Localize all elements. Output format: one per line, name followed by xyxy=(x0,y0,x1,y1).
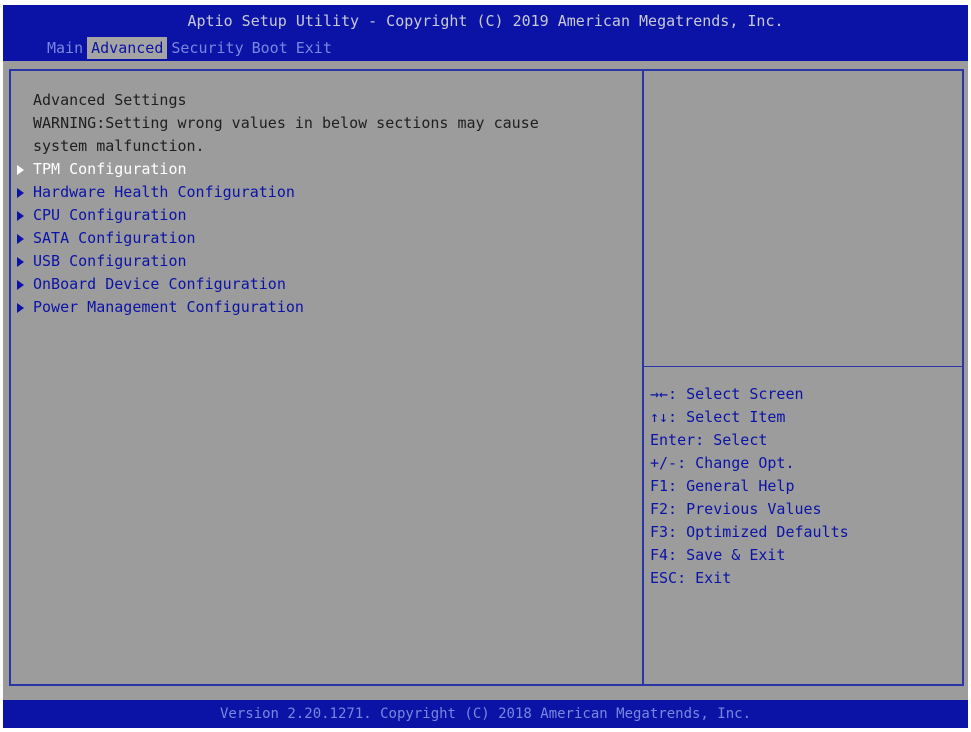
menu-item-label: TPM Configuration xyxy=(33,160,187,178)
menu-item-label: USB Configuration xyxy=(33,252,187,270)
tab-boot[interactable]: Boot xyxy=(248,37,292,59)
key-help-enter: Enter: Select xyxy=(650,431,768,449)
submenu-arrow-icon xyxy=(17,187,24,198)
menu-item-label: CPU Configuration xyxy=(33,206,187,224)
help-divider xyxy=(644,366,962,367)
key-help-previous-values: F2: Previous Values xyxy=(650,500,822,518)
menu-item-label: Hardware Health Configuration xyxy=(33,183,295,201)
submenu-arrow-icon xyxy=(17,233,24,244)
tab-bar: Main Advanced Security Boot Exit xyxy=(43,37,336,59)
tab-exit[interactable]: Exit xyxy=(292,37,336,59)
menu-item-label: SATA Configuration xyxy=(33,229,196,247)
bios-screen: Aptio Setup Utility - Copyright (C) 2019… xyxy=(3,5,968,728)
page-title: Advanced Settings xyxy=(33,91,187,109)
bios-header: Aptio Setup Utility - Copyright (C) 2019… xyxy=(3,5,968,61)
warning-text-line2: system malfunction. xyxy=(33,137,205,155)
submenu-arrow-icon xyxy=(17,210,24,221)
key-help-optimized-defaults: F3: Optimized Defaults xyxy=(650,523,849,541)
menu-item-hardware-health-configuration[interactable]: Hardware Health Configuration xyxy=(17,181,304,204)
menu-item-onboard-device-configuration[interactable]: OnBoard Device Configuration xyxy=(17,273,304,296)
submenu-arrow-icon xyxy=(17,279,24,290)
key-help-esc-exit: ESC: Exit xyxy=(650,569,732,587)
key-help-select-screen: →←: Select Screen xyxy=(650,385,804,403)
menu-item-power-management-configuration[interactable]: Power Management Configuration xyxy=(17,296,304,319)
key-help-change-opt: +/-: Change Opt. xyxy=(650,454,795,472)
version-text: Version 2.20.1271. Copyright (C) 2018 Am… xyxy=(219,706,751,722)
settings-pane: Advanced Settings WARNING:Setting wrong … xyxy=(9,69,642,686)
menu-item-sata-configuration[interactable]: SATA Configuration xyxy=(17,227,304,250)
help-pane: →←: Select Screen ↑↓: Select Item Enter:… xyxy=(642,69,964,686)
submenu-list: TPM Configuration Hardware Health Config… xyxy=(17,158,304,319)
warning-text-line1: WARNING:Setting wrong values in below se… xyxy=(33,114,539,132)
submenu-arrow-icon xyxy=(17,164,24,175)
tab-security[interactable]: Security xyxy=(167,37,247,59)
key-help-list: →←: Select Screen ↑↓: Select Item Enter:… xyxy=(650,383,849,590)
key-help-select-item: ↑↓: Select Item xyxy=(650,408,786,426)
tab-main[interactable]: Main xyxy=(43,37,87,59)
tab-advanced[interactable]: Advanced xyxy=(87,37,168,59)
key-help-general-help: F1: General Help xyxy=(650,477,795,495)
menu-item-label: Power Management Configuration xyxy=(33,298,304,316)
menu-item-usb-configuration[interactable]: USB Configuration xyxy=(17,250,304,273)
submenu-arrow-icon xyxy=(17,256,24,267)
menu-item-cpu-configuration[interactable]: CPU Configuration xyxy=(17,204,304,227)
bios-footer: Version 2.20.1271. Copyright (C) 2018 Am… xyxy=(3,700,968,728)
settings-info: Advanced Settings WARNING:Setting wrong … xyxy=(33,89,539,158)
key-help-save-exit: F4: Save & Exit xyxy=(650,546,786,564)
submenu-arrow-icon xyxy=(17,302,24,313)
utility-title: Aptio Setup Utility - Copyright (C) 2019… xyxy=(187,12,784,30)
menu-item-tpm-configuration[interactable]: TPM Configuration xyxy=(17,158,304,181)
menu-item-label: OnBoard Device Configuration xyxy=(33,275,286,293)
